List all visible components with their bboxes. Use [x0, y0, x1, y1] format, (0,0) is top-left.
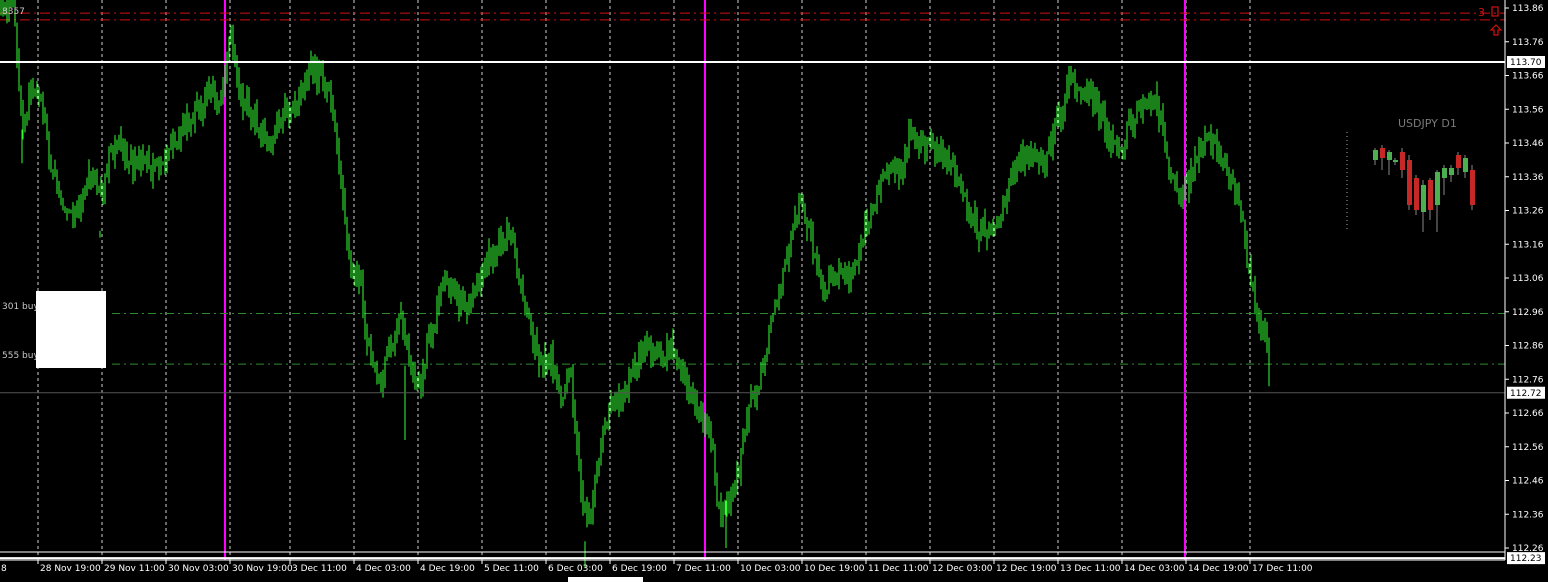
price-chart[interactable]: 113.86 113.76 113.66 113.56 113.46 113.36 113.…: [0, 0, 1548, 582]
time-label: 10 Dec 19:00: [804, 564, 865, 574]
price-label: 112.76: [1512, 375, 1544, 385]
inset-candle: [1435, 172, 1440, 205]
time-label: 4 Dec 03:00: [356, 564, 411, 574]
inset-candle: [1373, 150, 1378, 160]
price-label: 112.66: [1512, 409, 1544, 419]
time-label: 12 Dec 19:00: [996, 564, 1057, 574]
time-label: 14 Dec 19:00: [1188, 564, 1249, 574]
inset-candle: [1400, 152, 1405, 170]
price-box-label: 113.70: [1510, 58, 1542, 68]
inset-candle: [1456, 155, 1461, 168]
top-left-info: 8357: [2, 7, 25, 17]
time-label: 3 Dec 11:00: [292, 564, 347, 574]
time-label: 7 Dec 11:00: [676, 564, 731, 574]
inset-candle: [1380, 148, 1385, 158]
price-label: 113.16: [1512, 240, 1544, 250]
trade-panel-box[interactable]: [36, 291, 106, 368]
alert-count: 3: [1478, 6, 1485, 19]
time-label: 11 Dec 11:00: [868, 564, 929, 574]
price-box-label: 112.23: [1510, 554, 1542, 564]
price-label: 112.56: [1512, 443, 1544, 453]
inset-candle: [1442, 168, 1447, 178]
price-label: 113.36: [1512, 173, 1544, 183]
price-label: 112.36: [1512, 510, 1544, 520]
price-label: 113.76: [1512, 38, 1544, 48]
price-box-label: 112.72: [1510, 389, 1542, 399]
price-label: 112.86: [1512, 342, 1544, 352]
time-label: 17 Dec 11:00: [1252, 564, 1313, 574]
price-label: 113.86: [1512, 4, 1544, 14]
price-label: 113.26: [1512, 207, 1544, 217]
inset-candle: [1463, 158, 1468, 172]
chart-scrollbar-thumb[interactable]: [568, 577, 643, 582]
price-label: 112.46: [1512, 477, 1544, 487]
time-label: 30 Nov 03:00: [168, 564, 229, 574]
price-label: 112.96: [1512, 308, 1544, 318]
time-label: 5 Dec 11:00: [484, 564, 539, 574]
level-label-555-buy: 555 buy: [2, 351, 39, 361]
inset-title: USDJPY D1: [1398, 117, 1457, 130]
inset-candle: [1393, 160, 1398, 162]
price-label: 113.66: [1512, 72, 1544, 82]
time-label: 6 Dec 03:00: [548, 564, 603, 574]
time-label: 14 Dec 03:00: [1124, 564, 1185, 574]
inset-candle: [1449, 168, 1454, 175]
time-label: 13 Dec 11:00: [1060, 564, 1121, 574]
inset-candle: [1470, 170, 1475, 205]
time-label: 10 Dec 03:00: [740, 564, 801, 574]
time-label: 28 Nov 19:00: [40, 564, 101, 574]
time-label: 4 Dec 19:00: [420, 564, 475, 574]
inset-candle: [1414, 178, 1419, 210]
inset-candle: [1407, 160, 1412, 205]
inset-candle: [1428, 180, 1433, 210]
inset-candle: [1421, 185, 1426, 212]
time-label: 12 Dec 03:00: [932, 564, 993, 574]
level-label-301-buy: 301 buy: [2, 302, 39, 312]
time-label: 8: [1, 564, 7, 574]
time-label: 29 Nov 11:00: [104, 564, 165, 574]
time-label: 6 Dec 19:00: [612, 564, 667, 574]
time-label: 30 Nov 19:00: [232, 564, 293, 574]
price-label: 113.06: [1512, 274, 1544, 284]
price-label: 113.56: [1512, 105, 1544, 115]
price-label: 113.46: [1512, 139, 1544, 149]
inset-candle: [1387, 152, 1392, 160]
